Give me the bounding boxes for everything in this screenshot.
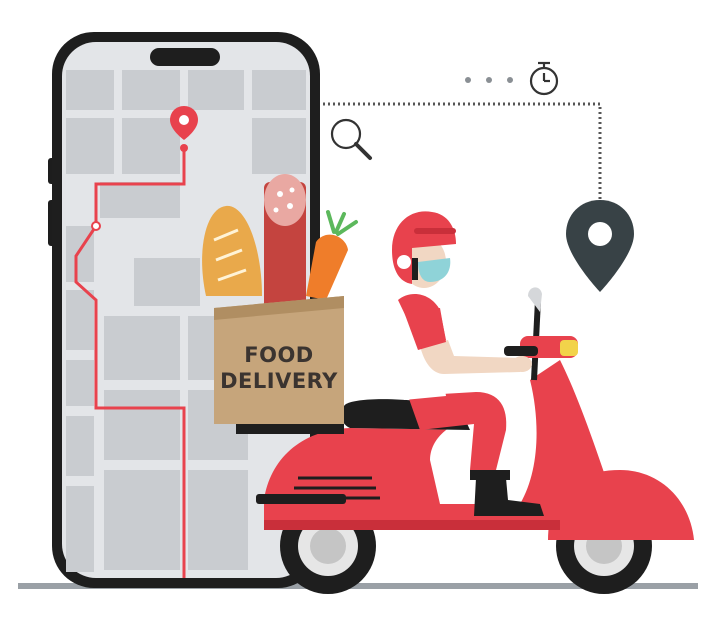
progress-dots — [465, 77, 513, 83]
search-icon — [330, 118, 372, 160]
dotted-route-line — [318, 102, 602, 205]
bag-label-line2: DELIVERY — [220, 369, 338, 393]
bag-label-line1: FOOD — [244, 343, 313, 367]
phone-notch — [150, 48, 220, 66]
location-pin-icon — [566, 200, 634, 292]
food-delivery-illustration: FOOD DELIVERY — [18, 32, 698, 594]
stopwatch-icon — [529, 61, 559, 96]
